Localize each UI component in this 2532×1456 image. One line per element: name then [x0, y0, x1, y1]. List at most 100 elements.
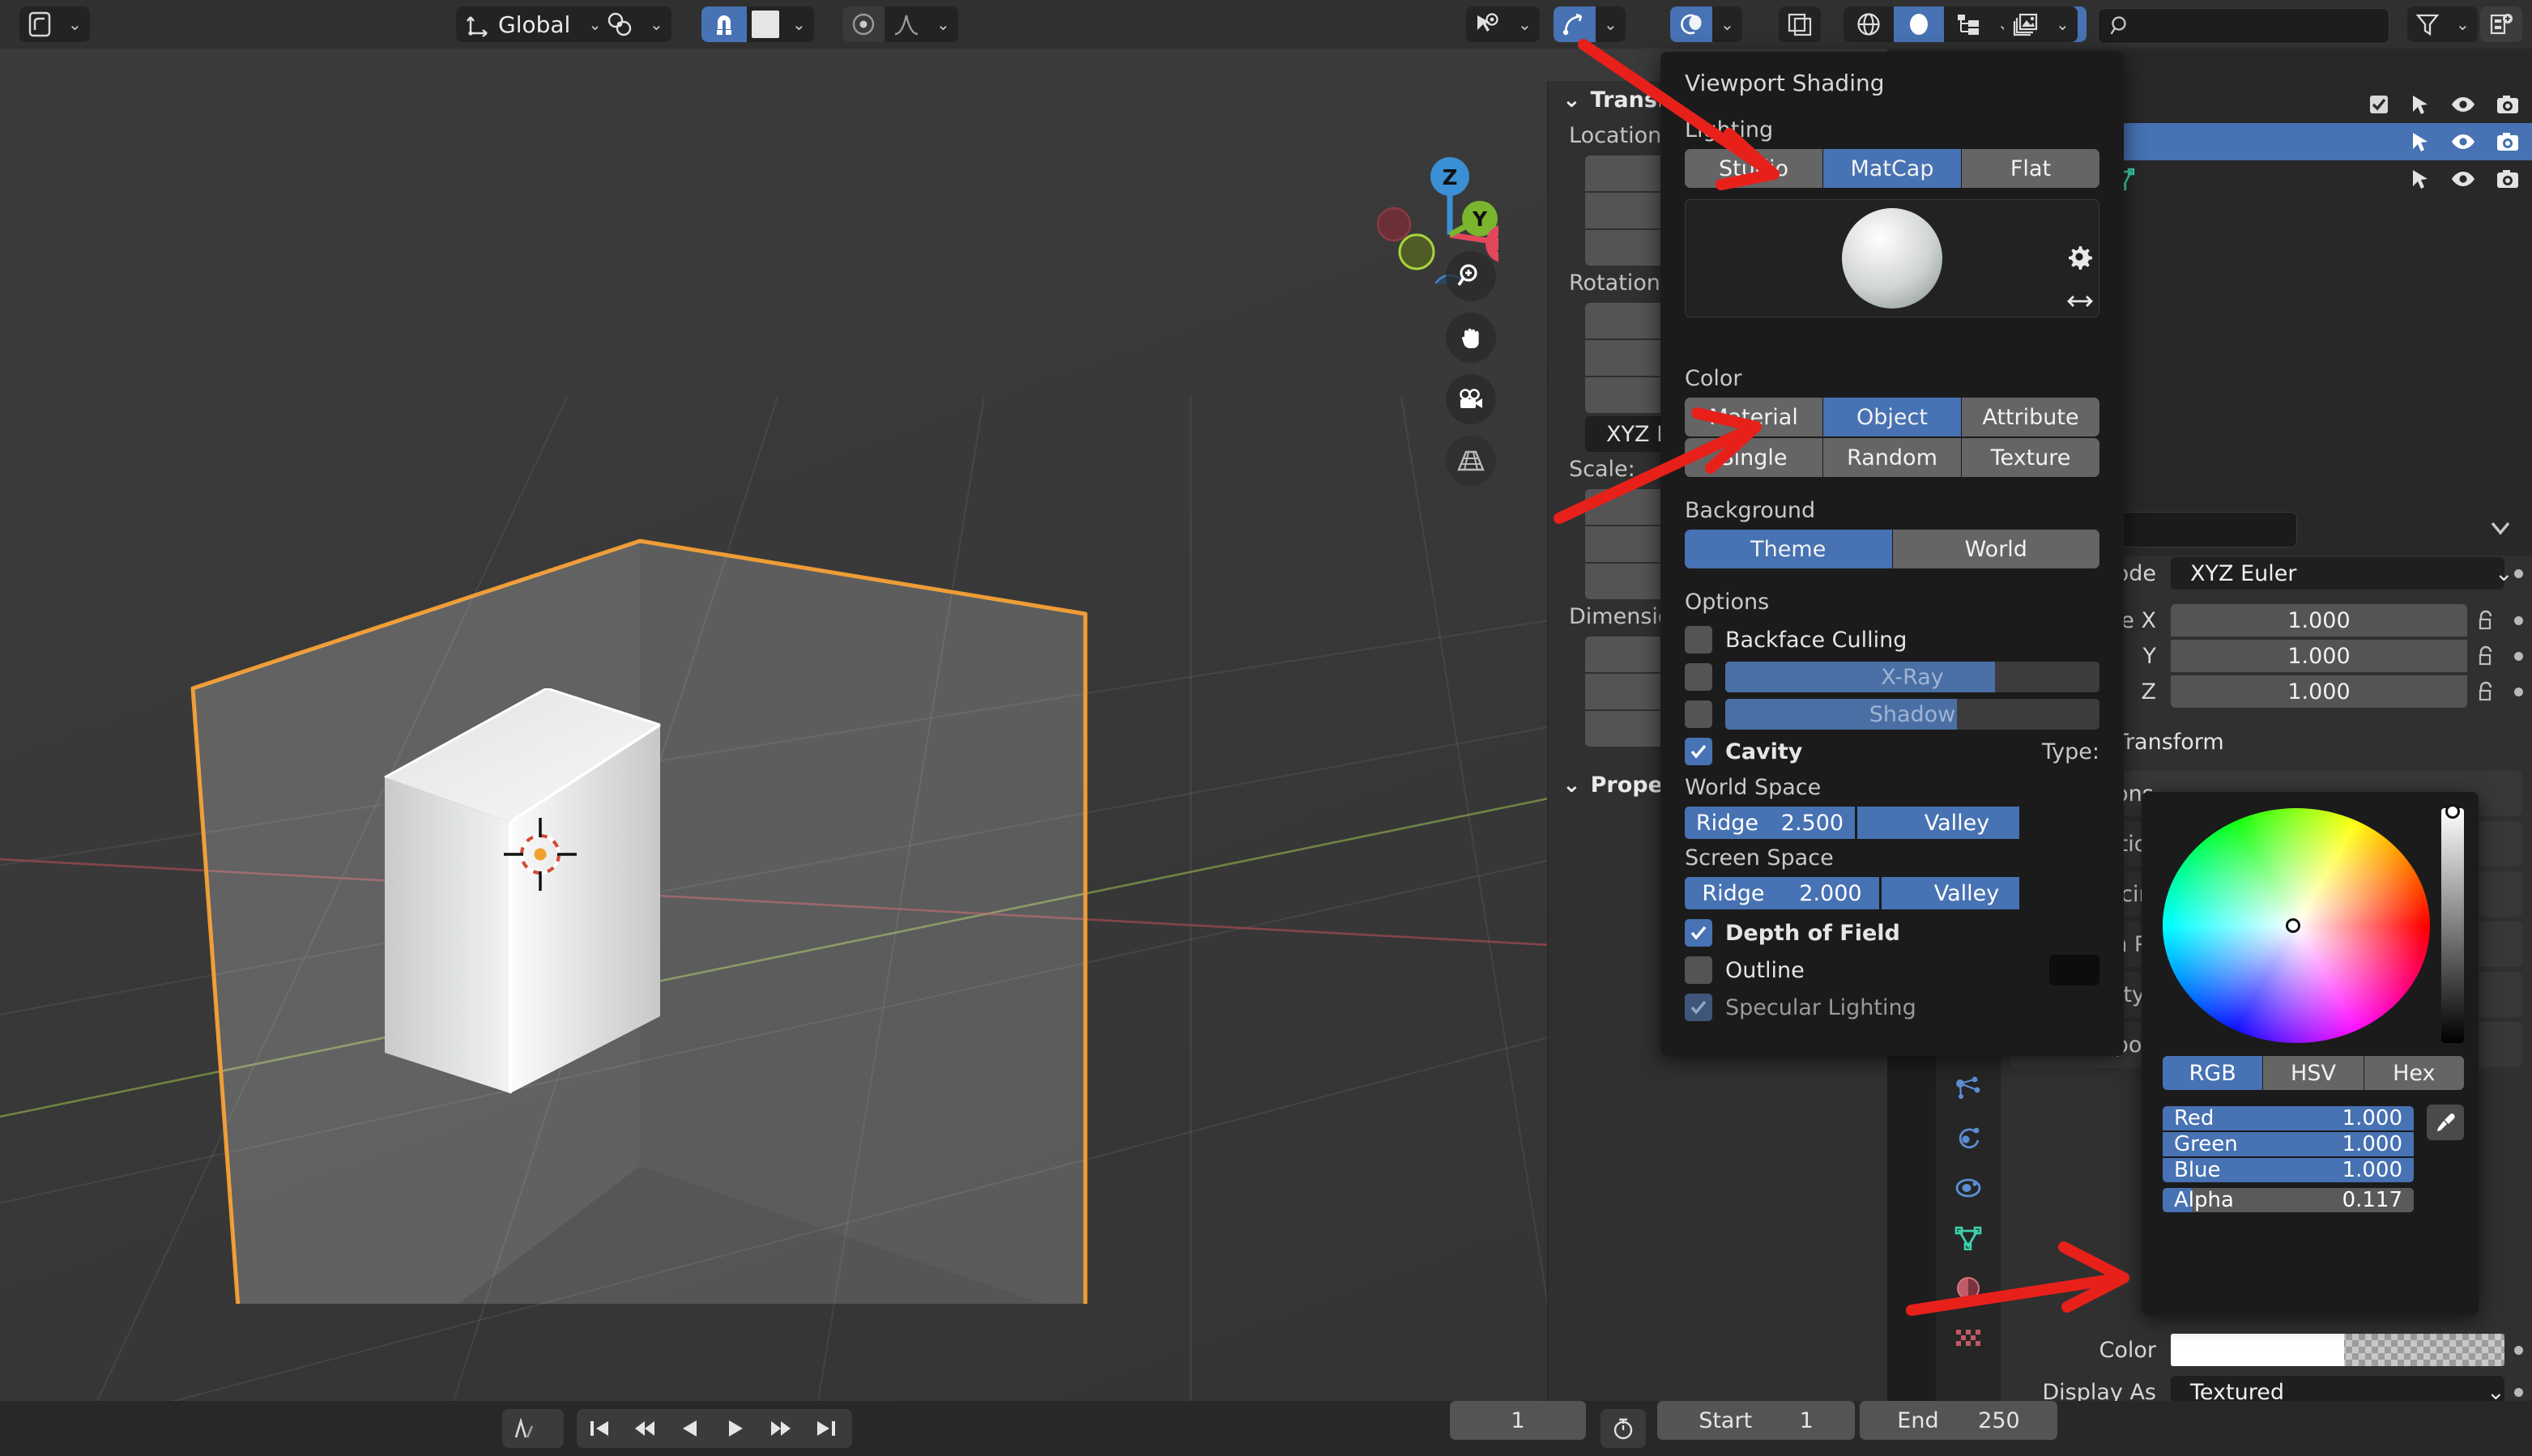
- stopwatch-icon[interactable]: [1601, 1409, 1646, 1448]
- new-collection-button[interactable]: [2480, 6, 2522, 42]
- color-wheel[interactable]: [2163, 808, 2430, 1043]
- frame-range-group[interactable]: [1601, 1409, 1646, 1448]
- color-option-single[interactable]: Single: [1685, 438, 1823, 477]
- matcap-preview[interactable]: [1685, 199, 2099, 317]
- option-depth-of-field[interactable]: Depth of Field: [1660, 914, 2124, 952]
- outline-color-swatch[interactable]: [2049, 955, 2099, 986]
- chevron-down-icon[interactable]: ⌄: [1510, 15, 1540, 34]
- viewport-color-swatch[interactable]: [2171, 1334, 2504, 1366]
- scale-y-field[interactable]: 1.000: [2171, 640, 2467, 672]
- option-shadow[interactable]: Shadow: [1660, 696, 2124, 733]
- animate-dot[interactable]: [2504, 687, 2532, 696]
- animate-dot[interactable]: [2504, 1345, 2532, 1355]
- outliner-row-icons[interactable]: [2411, 131, 2519, 152]
- editor-type-selector[interactable]: ⌄: [19, 6, 90, 42]
- proportional-edit-group[interactable]: ⌄: [842, 6, 958, 42]
- color-options-row2[interactable]: Single Random Texture: [1685, 438, 2099, 477]
- row-viewport-color[interactable]: Color: [2001, 1332, 2532, 1368]
- chevron-down-icon[interactable]: ⌄: [1596, 15, 1626, 34]
- timeline-editor-type[interactable]: [502, 1409, 564, 1448]
- current-frame-field[interactable]: 1: [1450, 1401, 1586, 1440]
- pan-icon[interactable]: [1446, 313, 1496, 363]
- transform-orientation[interactable]: Global ⌄: [456, 6, 611, 42]
- lock-icon[interactable]: [2467, 609, 2504, 632]
- value-slider-handle[interactable]: [2445, 804, 2460, 819]
- gear-icon[interactable]: [2065, 243, 2093, 270]
- properties-tab-material[interactable]: [1936, 1263, 2001, 1313]
- option-specular-lighting[interactable]: Specular Lighting: [1660, 989, 2124, 1026]
- rotation-mode-dropdown[interactable]: XYZ Euler: [2171, 557, 2504, 590]
- flip-horizontal-icon[interactable]: [2065, 292, 2095, 311]
- properties-tab-texture[interactable]: [1936, 1313, 2001, 1364]
- show-overlays-icon[interactable]: [1554, 6, 1596, 42]
- properties-tab-data[interactable]: [1936, 1213, 2001, 1263]
- color-option-material[interactable]: Material: [1685, 398, 1823, 436]
- channel-red[interactable]: Red 1.000: [2163, 1106, 2414, 1130]
- show-gizmo-icon[interactable]: [1466, 6, 1510, 42]
- color-option-random[interactable]: Random: [1823, 438, 1962, 477]
- outliner-row-icons[interactable]: [2411, 168, 2519, 189]
- background-option-world[interactable]: World: [1892, 530, 2099, 568]
- value-slider[interactable]: [2441, 804, 2464, 1043]
- next-keyframe-icon[interactable]: [758, 1409, 804, 1448]
- shading-solid-button[interactable]: [1894, 6, 1944, 42]
- world-space-sliders[interactable]: Ridge 2.500 Valley: [1685, 807, 2124, 839]
- snap-target-menu[interactable]: ⌄: [598, 6, 671, 42]
- depth-of-field-checkbox[interactable]: [1685, 919, 1712, 947]
- background-options[interactable]: Theme World: [1685, 530, 2099, 568]
- lock-icon[interactable]: [2467, 645, 2504, 667]
- shadow-checkbox[interactable]: [1685, 700, 1712, 728]
- properties-tab-particles[interactable]: [1936, 1062, 2001, 1113]
- channel-green[interactable]: Green 1.000: [2163, 1132, 2414, 1156]
- playback-controls[interactable]: [577, 1409, 852, 1448]
- start-frame-field[interactable]: Start 1: [1657, 1401, 1855, 1440]
- color-option-attribute[interactable]: Attribute: [1962, 398, 2099, 436]
- color-wheel-cursor[interactable]: [2286, 918, 2300, 933]
- option-cavity[interactable]: Cavity Type:: [1660, 733, 2124, 770]
- falloff-curve-icon[interactable]: [884, 6, 928, 42]
- timeline-editor[interactable]: 1 Start 1 End 250: [0, 1401, 2532, 1456]
- xray-slider[interactable]: X-Ray: [1725, 662, 2099, 692]
- channel-blue[interactable]: Blue 1.000: [2163, 1158, 2414, 1182]
- backface-culling-checkbox[interactable]: [1685, 626, 1712, 653]
- color-options-row1[interactable]: Material Object Attribute: [1685, 398, 2099, 436]
- show-gizmo-group[interactable]: ⌄: [1466, 6, 1540, 42]
- animate-dot[interactable]: [2504, 1387, 2532, 1397]
- world-valley-slider[interactable]: Valley: [1857, 807, 2019, 839]
- proportional-edit-toggle[interactable]: [842, 6, 884, 42]
- xray-toggle-icon[interactable]: [1670, 6, 1712, 42]
- screen-space-sliders[interactable]: Ridge 2.000 Valley: [1685, 877, 2124, 909]
- scale-x-field[interactable]: 1.000: [2171, 604, 2467, 636]
- screen-valley-slider[interactable]: Valley: [1882, 877, 2019, 909]
- jump-end-icon[interactable]: [804, 1409, 849, 1448]
- snap-toggle-button[interactable]: [701, 6, 747, 42]
- color-mode-hex[interactable]: Hex: [2364, 1056, 2464, 1090]
- lighting-option-matcap[interactable]: MatCap: [1823, 149, 1962, 188]
- perspective-icon[interactable]: [1446, 436, 1496, 486]
- chevron-down-icon[interactable]: ⌄: [1712, 15, 1742, 34]
- scale-z-field[interactable]: 1.000: [2171, 675, 2467, 708]
- end-frame-field[interactable]: End 250: [1860, 1401, 2057, 1440]
- background-option-theme[interactable]: Theme: [1685, 530, 1893, 568]
- outliner-search-field[interactable]: [2142, 14, 2353, 38]
- color-mode-tabs[interactable]: RGB HSV Hex: [2163, 1056, 2464, 1090]
- channel-alpha[interactable]: Alpha 0.117: [2163, 1188, 2414, 1212]
- color-option-object[interactable]: Object: [1823, 398, 1962, 436]
- camera-frame-icon[interactable]: [1779, 6, 1821, 42]
- xray-checkbox[interactable]: [1685, 663, 1712, 691]
- outliner-row-icons[interactable]: [2368, 94, 2519, 115]
- chevron-down-icon[interactable]: ⌄: [2448, 15, 2478, 34]
- properties-tab-constraints[interactable]: [1936, 1163, 2001, 1213]
- viewport-shading-popover[interactable]: Viewport Shading Lighting Studio MatCap …: [1660, 52, 2124, 1056]
- chevron-down-icon[interactable]: [2487, 512, 2514, 544]
- zoom-icon[interactable]: [1446, 251, 1496, 301]
- chevron-down-icon[interactable]: ⌄: [2048, 15, 2078, 34]
- color-mode-rgb[interactable]: RGB: [2163, 1056, 2264, 1090]
- outline-checkbox[interactable]: [1685, 956, 1712, 984]
- camera-icon[interactable]: [1446, 374, 1496, 424]
- outliner-filter-button[interactable]: ⌄: [2407, 6, 2478, 42]
- lock-icon[interactable]: [2467, 680, 2504, 703]
- outliner-filter-display[interactable]: ⌄: [2004, 6, 2078, 42]
- xray-toggle-group[interactable]: ⌄: [1670, 6, 1742, 42]
- world-ridge-slider[interactable]: Ridge 2.500: [1685, 807, 1855, 839]
